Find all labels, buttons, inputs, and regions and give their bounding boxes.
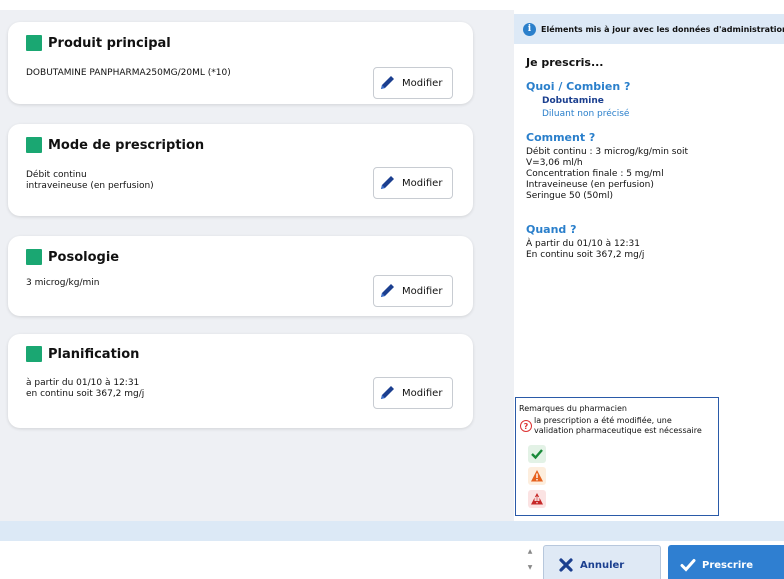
modifier-planification-button[interactable]: Modifier — [373, 377, 453, 409]
pharmacist-remarks-box: Remarques du pharmacien ? la prescriptio… — [515, 397, 719, 516]
info-banner: i Eléments mis à jour avec les données d… — [514, 14, 784, 44]
cancel-button[interactable]: Annuler — [543, 545, 661, 579]
card-title: Produit principal — [26, 35, 171, 51]
summary-heading: Je prescris... — [526, 56, 604, 69]
card-posologie: Posologie 3 microg/kg/min Modifier — [8, 236, 473, 316]
quand-text: À partir du 01/10 à 12:31 En continu soi… — [526, 239, 645, 260]
bottom-divider — [0, 521, 784, 541]
modifier-label: Modifier — [402, 285, 443, 297]
warning-status-button[interactable] — [528, 467, 546, 485]
card-title-text: Mode de prescription — [48, 137, 205, 153]
drug-name: Dobutamine — [542, 96, 604, 106]
pharmacist-remarks-title: Remarques du pharmacien — [519, 404, 627, 413]
info-banner-text: Eléments mis à jour avec les données d'a… — [541, 24, 784, 34]
prescribe-button[interactable]: Prescrire — [668, 545, 784, 579]
card-title: Planification — [26, 346, 139, 362]
top-strip — [0, 0, 784, 10]
danger-status-button[interactable] — [528, 490, 546, 508]
modifier-label: Modifier — [402, 177, 443, 189]
quoi-combien-title: Quoi / Combien ? — [526, 80, 631, 93]
diluant-text: Diluant non précisé — [542, 109, 630, 119]
comment-scrollbar[interactable]: ▲ ▼ — [526, 544, 534, 576]
info-icon: i — [523, 22, 536, 36]
modifier-label: Modifier — [402, 387, 443, 399]
comment-text: Débit continu : 3 microg/kg/min soit V=3… — [526, 147, 688, 201]
validate-status-button[interactable] — [528, 445, 546, 463]
check-icon — [531, 449, 543, 460]
section-marker-icon — [26, 35, 42, 51]
card-title: Posologie — [26, 249, 119, 265]
card-planification: Planification à partir du 01/10 à 12:31 … — [8, 334, 473, 428]
modifier-posologie-button[interactable]: Modifier — [373, 275, 453, 307]
pencil-icon — [381, 284, 394, 297]
comment-title: Comment ? — [526, 131, 596, 144]
modifier-mode-button[interactable]: Modifier — [373, 167, 453, 199]
pencil-icon — [381, 386, 394, 399]
card-detail-text: 3 microg/kg/min — [26, 278, 100, 288]
close-x-icon — [559, 558, 573, 572]
comment-input[interactable] — [0, 541, 526, 579]
card-detail-text: Débit continu intraveineuse (en perfusio… — [26, 170, 154, 191]
card-title-text: Posologie — [48, 249, 120, 265]
card-title: Mode de prescription — [26, 137, 204, 153]
pencil-icon — [381, 176, 394, 189]
section-marker-icon — [26, 249, 42, 265]
card-title-text: Planification — [48, 346, 140, 362]
section-marker-icon — [26, 346, 42, 362]
modifier-produit-button[interactable]: Modifier — [373, 67, 453, 99]
card-produit-principal: Produit principal DOBUTAMINE PANPHARMA25… — [8, 22, 473, 104]
cancel-label: Annuler — [580, 559, 625, 571]
quand-title: Quand ? — [526, 223, 577, 236]
card-mode-prescription: Mode de prescription Débit continu intra… — [8, 124, 473, 216]
pencil-icon — [381, 76, 394, 89]
card-detail-text: DOBUTAMINE PANPHARMA250MG/20ML (*10) — [26, 68, 231, 78]
modifier-label: Modifier — [402, 77, 443, 89]
section-marker-icon — [26, 137, 42, 153]
warning-icon — [531, 470, 543, 482]
checkmark-icon — [680, 559, 696, 572]
card-title-text: Produit principal — [48, 35, 171, 51]
pharmacist-message: la prescription a été modifiée, une vali… — [534, 416, 702, 435]
danger-icon — [531, 493, 543, 505]
card-detail-text: à partir du 01/10 à 12:31 en continu soi… — [26, 378, 145, 399]
prescribe-label: Prescrire — [702, 559, 753, 571]
question-circle-icon: ? — [520, 420, 532, 432]
